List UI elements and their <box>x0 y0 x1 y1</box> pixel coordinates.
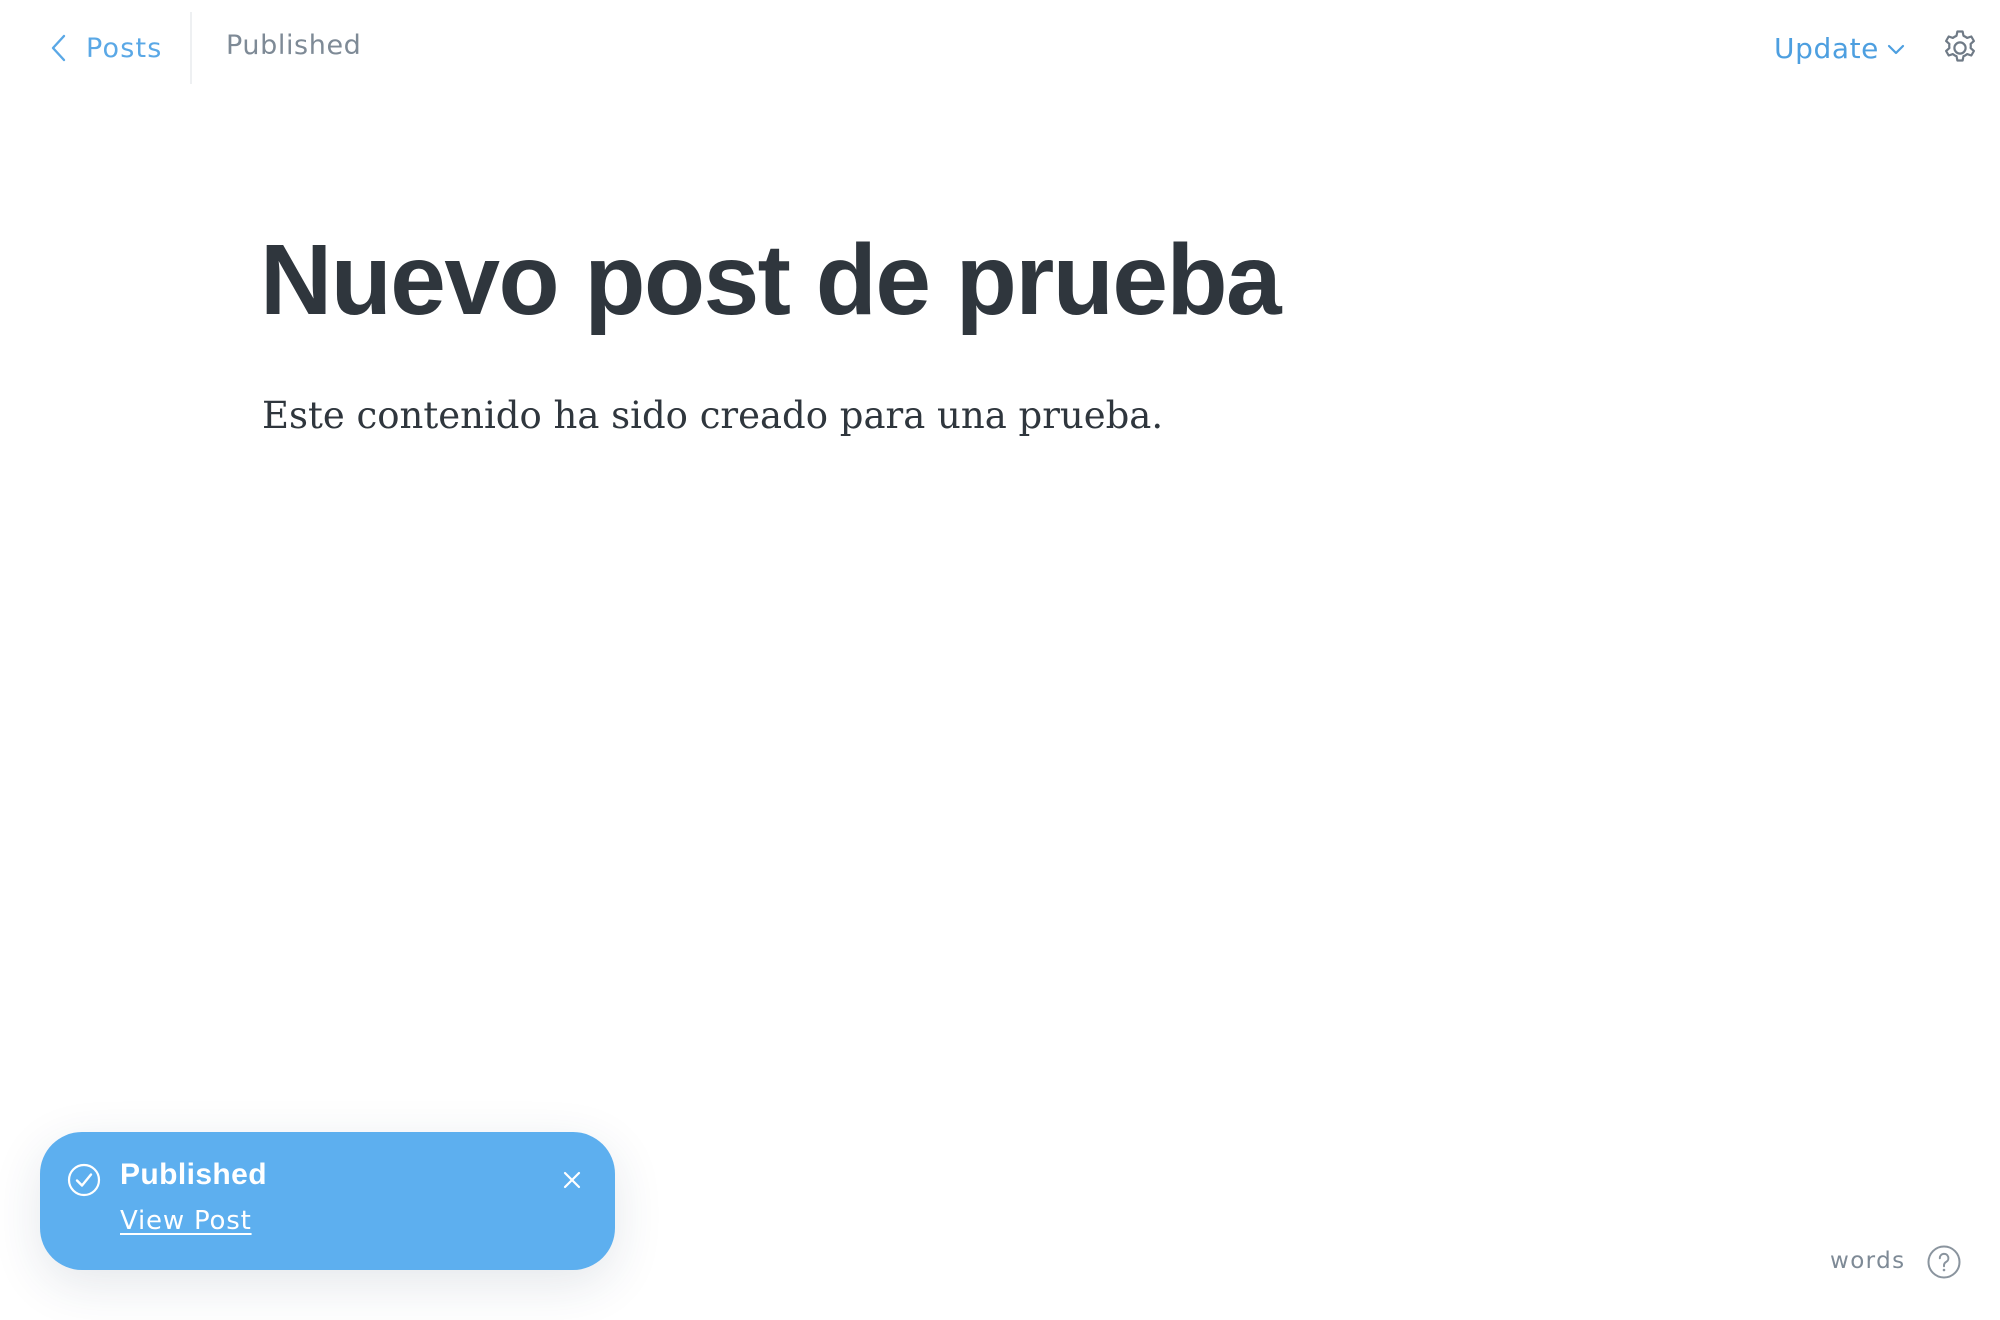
help-button[interactable] <box>1926 1244 1962 1280</box>
header-divider <box>190 12 192 84</box>
publish-notification: Published View Post <box>40 1132 615 1270</box>
editor-canvas[interactable]: Nuevo post de prueba Este contenido ha s… <box>260 210 1740 440</box>
word-count-label: words <box>1830 1248 1906 1274</box>
notification-title: Published <box>120 1158 267 1191</box>
gear-icon <box>1940 28 1980 68</box>
back-link-label: Posts <box>86 32 163 64</box>
update-button[interactable]: Update <box>1774 28 1905 68</box>
editor-header: Posts Published Update <box>0 0 2000 96</box>
post-status-label: Published <box>226 30 362 61</box>
question-circle-icon <box>1926 1244 1962 1280</box>
view-post-link[interactable]: View Post <box>120 1206 252 1236</box>
post-title[interactable]: Nuevo post de prueba <box>260 210 1740 350</box>
chevron-left-icon <box>48 33 70 63</box>
update-button-label: Update <box>1774 31 1880 65</box>
settings-button[interactable] <box>1940 28 1980 68</box>
check-circle-icon <box>66 1162 102 1198</box>
back-to-posts-link[interactable]: Posts <box>48 26 163 70</box>
chevron-down-icon <box>1887 40 1905 56</box>
post-body-paragraph[interactable]: Este contenido ha sido creado para una p… <box>262 392 1740 440</box>
close-icon[interactable] <box>556 1164 588 1196</box>
